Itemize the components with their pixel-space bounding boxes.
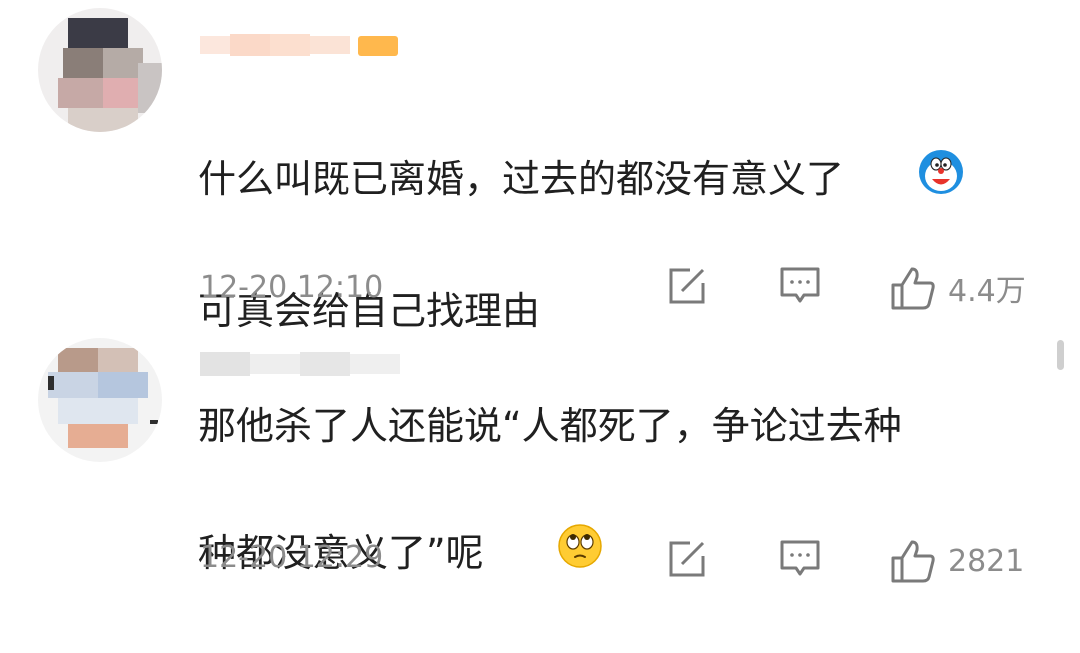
like-button[interactable]: 4.4万 bbox=[890, 265, 1026, 311]
doraemon-emoji-icon bbox=[844, 84, 964, 279]
comment-bubble-icon bbox=[780, 267, 820, 303]
like-button[interactable]: 2821 bbox=[890, 538, 1024, 584]
thumbs-up-icon bbox=[891, 267, 935, 310]
avatar[interactable] bbox=[38, 8, 162, 132]
like-count: 2821 bbox=[948, 543, 1025, 579]
avatar[interactable] bbox=[38, 338, 162, 462]
username-blurred[interactable] bbox=[200, 352, 400, 376]
thumbs-up-icon bbox=[891, 540, 935, 583]
comment-item: 那他杀了人还能说“人都死了，争论过去种 种都没意义了”呢 12-20 12:29 bbox=[0, 330, 1080, 603]
comment-bubble-icon bbox=[780, 540, 820, 576]
comment-timestamp: 12-20 12:29 bbox=[200, 540, 384, 575]
share-button[interactable] bbox=[666, 538, 708, 580]
eye-roll-emoji-icon bbox=[484, 458, 604, 653]
comment-item: 什么叫既已离婚，过去的都没有意义了 可真会给自己找理由 12-20 12:10 bbox=[0, 0, 1080, 333]
reply-button[interactable] bbox=[778, 538, 822, 580]
reply-button[interactable] bbox=[778, 265, 822, 307]
share-edit-icon bbox=[669, 268, 705, 304]
share-button[interactable] bbox=[666, 265, 708, 307]
comment-text: 那他杀了人还能说“人都死了，争论过去种 种都没意义了”呢 bbox=[198, 394, 1018, 653]
user-badge bbox=[358, 36, 398, 56]
comment-timestamp: 12-20 12:10 bbox=[200, 270, 384, 305]
share-edit-icon bbox=[669, 541, 705, 577]
like-count: 4.4万 bbox=[948, 274, 1026, 309]
